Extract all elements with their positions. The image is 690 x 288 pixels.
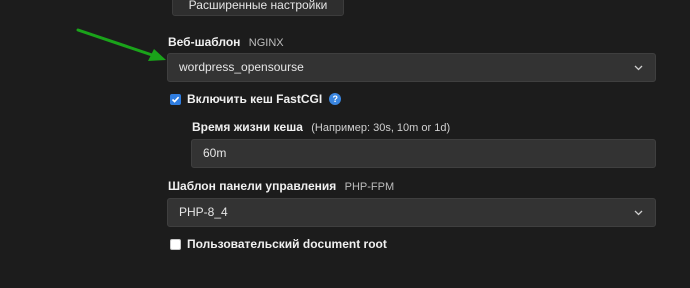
web-template-select[interactable]: wordpress_opensourse <box>167 53 656 82</box>
cache-ttl-label: Время жизни кеша <box>192 120 303 134</box>
chevron-down-icon <box>631 199 645 226</box>
fastcgi-cache-row: Включить кеш FastCGI ? <box>170 92 342 106</box>
custom-docroot-label: Пользовательский document root <box>187 237 387 251</box>
custom-docroot-checkbox[interactable] <box>170 238 181 250</box>
help-icon[interactable]: ? <box>329 93 342 105</box>
custom-docroot-row: Пользовательский document root <box>170 237 387 251</box>
cache-ttl-label-row: Время жизни кеша (Например: 30s, 10m or … <box>192 120 450 134</box>
panel-template-select[interactable]: PHP-8_4 <box>167 198 656 227</box>
cache-ttl-value: 60m <box>203 146 227 160</box>
web-template-value: wordpress_opensourse <box>179 60 304 74</box>
annotation-arrow-icon <box>76 28 166 61</box>
cache-ttl-hint: (Например: 30s, 10m or 1d) <box>311 122 451 134</box>
chevron-down-icon <box>631 54 645 81</box>
web-template-sublabel: NGINX <box>248 37 284 49</box>
cache-ttl-input[interactable]: 60m <box>191 139 656 168</box>
panel-template-sublabel: PHP-FPM <box>344 181 395 193</box>
fastcgi-cache-label: Включить кеш FastCGI <box>187 92 323 106</box>
panel-template-label: Шаблон панели управления <box>168 179 337 193</box>
fastcgi-cache-checkbox[interactable] <box>170 93 181 105</box>
web-template-label-row: Веб-шаблон NGINX <box>168 35 284 49</box>
panel-template-value: PHP-8_4 <box>179 205 228 219</box>
web-template-label: Веб-шаблон <box>168 35 241 49</box>
panel-template-label-row: Шаблон панели управления PHP-FPM <box>168 179 394 193</box>
advanced-settings-button[interactable]: Расширенные настройки <box>172 0 344 16</box>
